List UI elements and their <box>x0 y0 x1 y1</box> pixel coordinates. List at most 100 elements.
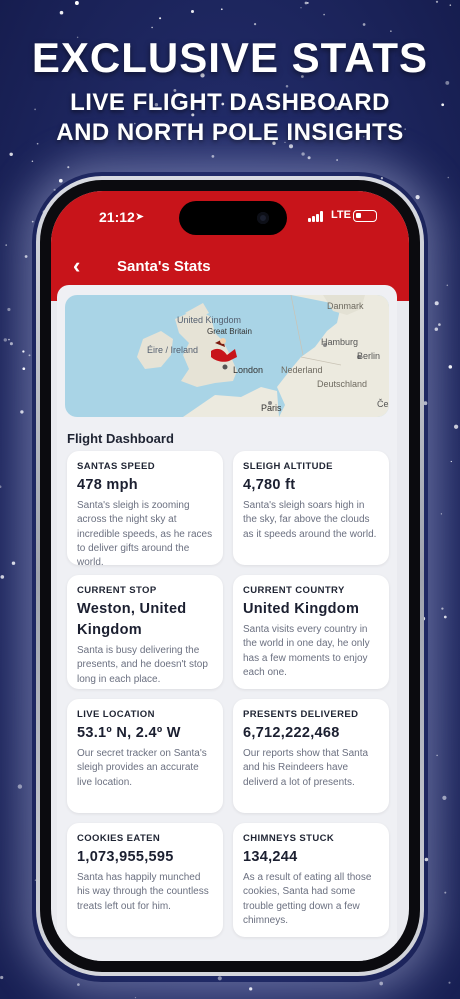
card-label: SLEIGH ALTITUDE <box>243 461 333 472</box>
card-label: SANTAS SPEED <box>77 461 155 472</box>
snowflake <box>8 338 10 341</box>
card-label: CURRENT COUNTRY <box>243 585 345 596</box>
snowflake <box>11 561 16 565</box>
chevron-left-icon[interactable]: ‹ <box>73 253 80 279</box>
card-value: Weston, United Kingdom <box>77 601 187 638</box>
card-value: 134,244 <box>243 849 298 865</box>
snowflake <box>301 152 305 156</box>
snowflake <box>435 0 439 3</box>
snowflake <box>28 354 31 357</box>
snowflake <box>151 26 153 29</box>
map-label: Paris <box>261 403 282 413</box>
snowflake <box>379 981 384 986</box>
phone-frame: 21:12 ➤ LTE ‹ Santa's Stats Danmark Unit… <box>36 176 424 976</box>
map-label: United Kingdom <box>177 315 242 325</box>
snowflake <box>31 160 34 163</box>
snowflake <box>17 784 23 789</box>
snowflake <box>0 975 4 980</box>
snowflake <box>449 4 452 6</box>
signal-icon <box>308 211 326 222</box>
card-description: Our reports show that Santa and his Rein… <box>243 748 369 788</box>
snowflake <box>0 485 2 489</box>
card-label: COOKIES EATEN <box>77 833 161 844</box>
snowflake <box>434 327 439 331</box>
snowflake <box>74 1 79 5</box>
snowflake <box>7 307 11 312</box>
map-label: Hamburg <box>321 337 359 347</box>
status-time: 21:12 <box>99 209 135 225</box>
map-label: Deutschland <box>317 379 368 389</box>
promo-subline-2: AND NORTH POLE INSIGHTS <box>56 119 404 146</box>
card-label: PRESENTS DELIVERED <box>243 709 359 720</box>
card-description: Our secret tracker on Santa's sleigh pro… <box>77 748 207 788</box>
stat-card: LIVE LOCATION 53.1º N, 2.4º W Our secret… <box>67 699 223 813</box>
battery-icon <box>353 210 377 222</box>
card-value: 4,780 ft <box>243 477 296 493</box>
snowflake <box>440 513 443 515</box>
snowflake <box>323 13 325 16</box>
stat-card: CURRENT COUNTRY United Kingdom Santa vis… <box>233 575 389 689</box>
snowflake <box>249 987 253 991</box>
map-label: Éire / Ireland <box>147 345 199 355</box>
map-label: Great Britain <box>207 327 252 336</box>
card-description: Santa is busy delivering the presents, a… <box>77 645 208 685</box>
snowflake <box>9 342 13 346</box>
stat-card: PRESENTS DELIVERED 6,712,222,468 Our rep… <box>233 699 389 813</box>
snowflake <box>307 156 311 160</box>
stat-card: CURRENT STOP Weston, United Kingdom Sant… <box>67 575 223 689</box>
card-value: United Kingdom <box>243 601 360 617</box>
snowflake <box>0 575 5 579</box>
card-label: LIVE LOCATION <box>77 709 155 720</box>
card-description: Santa has happily munched his way throug… <box>77 872 209 912</box>
location-arrow-icon: ➤ <box>135 211 145 223</box>
snowflake <box>444 891 447 894</box>
snowflake <box>447 176 450 179</box>
app-screen: 21:12 ➤ LTE ‹ Santa's Stats Danmark Unit… <box>51 191 409 961</box>
snowflake <box>362 23 366 26</box>
stat-card: SLEIGH ALTITUDE 4,780 ft Santa's sleigh … <box>233 451 389 565</box>
snowflake <box>443 615 447 619</box>
snowflake <box>450 460 452 463</box>
stat-card: COOKIES EATEN 1,073,955,595 Santa has ha… <box>67 823 223 937</box>
snowflake <box>300 7 302 9</box>
camera-icon <box>257 212 269 224</box>
map-label: Berlin <box>357 351 381 361</box>
snowflake <box>190 9 195 14</box>
map-label: Nederland <box>281 365 323 375</box>
section-title: Flight Dashboard <box>67 431 174 446</box>
card-label: CURRENT STOP <box>77 585 157 596</box>
snowflake <box>448 365 453 369</box>
santa-map[interactable]: Danmark United Kingdom Great Britain Éir… <box>65 295 389 417</box>
network-type: LTE <box>331 209 351 221</box>
content-sheet: Danmark United Kingdom Great Britain Éir… <box>57 285 397 961</box>
promo-subline: LIVE FLIGHT DASHBOARD AND NORTH POLE INS… <box>0 88 460 148</box>
snowflake <box>441 607 444 610</box>
page-title: Santa's Stats <box>117 258 211 275</box>
snowflake <box>220 8 223 11</box>
snowflake <box>436 754 438 757</box>
map-label: London <box>233 365 264 375</box>
snowflake <box>20 410 24 414</box>
promo-subline-1: LIVE FLIGHT DASHBOARD <box>70 89 390 116</box>
snowflake <box>159 17 162 20</box>
snowflake <box>446 284 449 287</box>
snowflake <box>134 996 137 999</box>
snowflake <box>77 983 80 986</box>
snowflake <box>24 255 28 258</box>
card-value: 53.1º N, 2.4º W <box>77 725 181 741</box>
card-description: Santa's sleigh soars high in the sky, fa… <box>243 500 377 540</box>
snowflake <box>253 22 257 26</box>
snowflake <box>22 367 26 371</box>
snowflake <box>5 244 7 246</box>
snowflake <box>448 981 451 984</box>
card-value: 478 mph <box>77 477 138 493</box>
snowflake <box>390 30 392 32</box>
snowflake <box>438 323 441 326</box>
snowflake <box>211 155 215 158</box>
snowflake <box>9 152 13 157</box>
dynamic-island <box>179 201 287 235</box>
snowflake <box>3 338 8 342</box>
card-value: 1,073,955,595 <box>77 849 174 865</box>
snowflake <box>59 10 64 15</box>
card-description: Santa visits every country in the world … <box>243 624 370 678</box>
